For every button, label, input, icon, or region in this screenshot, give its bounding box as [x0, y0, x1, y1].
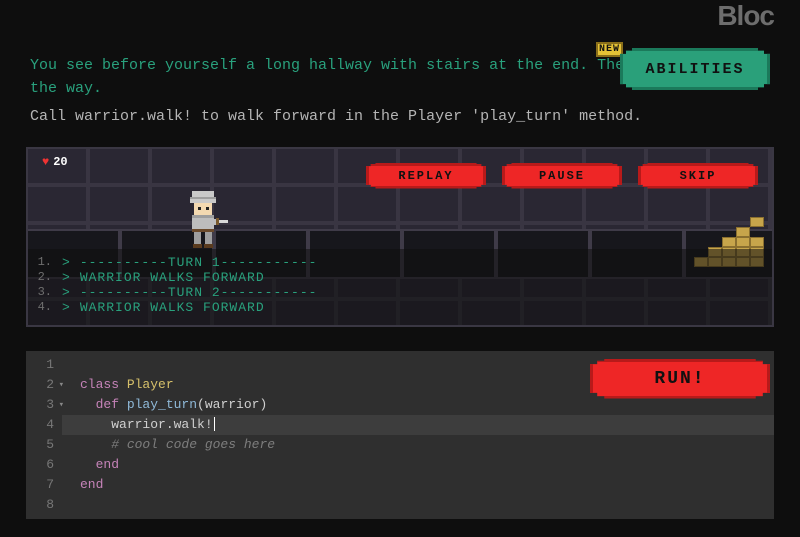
log-line: 4.>WARRIOR WALKS FORWARD: [28, 300, 772, 315]
skip-button[interactable]: SKIP: [638, 163, 758, 189]
game-log[interactable]: 1.>----------TURN 1----------- 2.>WARRIO…: [28, 249, 772, 325]
new-badge: NEW: [596, 42, 623, 57]
abilities-button[interactable]: ABILITIES: [620, 48, 770, 90]
pause-button[interactable]: PAUSE: [502, 163, 622, 189]
hp-value: 20: [53, 155, 67, 169]
code-line: end: [62, 475, 774, 495]
code-line: # cool code goes here: [62, 435, 774, 455]
replay-button[interactable]: REPLAY: [366, 163, 486, 189]
code-line: [62, 495, 774, 515]
log-line: 3.>----------TURN 2-----------: [28, 285, 772, 300]
editor-gutter: 1 2 3 4 5 6 7 8: [26, 351, 62, 519]
log-line: 2.>WARRIOR WALKS FORWARD: [28, 270, 772, 285]
game-viewport: ♥ 20 REPLAY PAUSE SKIP: [26, 147, 774, 327]
heart-icon: ♥: [42, 155, 49, 169]
run-button[interactable]: RUN!: [590, 359, 770, 399]
code-line: end: [62, 455, 774, 475]
code-line: warrior.walk!: [62, 415, 774, 435]
hp-indicator: ♥ 20: [42, 155, 68, 169]
log-line: 1.>----------TURN 1-----------: [28, 255, 772, 270]
warrior-sprite: [178, 189, 228, 249]
cursor-icon: [214, 417, 215, 431]
hint-text: Call warrior.walk! to walk forward in th…: [30, 106, 770, 129]
